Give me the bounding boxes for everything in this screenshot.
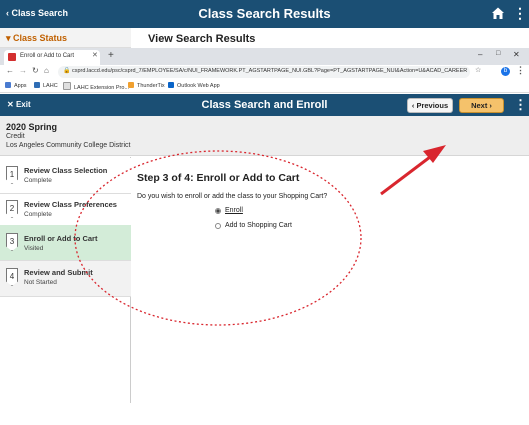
step-status: Visited [24,245,44,252]
home-icon[interactable] [491,6,505,20]
url-text[interactable]: csprd.laccd.edu/psc/csprd_7/EMPLOYEE/SA/… [72,68,467,74]
outlook-icon [168,82,174,88]
outer-page-title: Class Search Results [198,6,331,21]
bookmark-lahc[interactable]: LAHC [34,82,58,89]
step-heading: Step 3 of 4: Enroll or Add to Cart [137,172,300,184]
next-button[interactable]: Next › [459,98,504,113]
term-career: Credit [6,133,25,140]
bookmark-thundertix[interactable]: ThunderTix [128,82,165,89]
star-icon[interactable]: ☆ [475,66,481,74]
outer-menu-icon[interactable]: ⋮ [513,6,527,20]
favicon-icon [8,53,16,61]
lahc-icon [34,82,40,88]
step-title: Review Class Selection [24,166,108,175]
forward-arrow-icon[interactable]: → [19,66,27,75]
add-to-cart-option-label[interactable]: Add to Shopping Cart [225,222,292,229]
page-icon [63,82,71,90]
add-to-cart-radio[interactable] [215,223,221,229]
bookmark-apps[interactable]: Apps [5,82,27,89]
window-close-icon[interactable]: ✕ [513,50,520,59]
previous-button[interactable]: ‹ Previous [407,98,453,113]
lock-icon[interactable]: 🔒 [63,67,70,74]
class-status-toggle[interactable]: ▾ Class Status [6,33,67,44]
step-status: Complete [24,177,52,184]
step-enroll-or-add-to-cart[interactable] [0,225,131,261]
enroll-question: Do you wish to enroll or add the class t… [137,193,328,200]
step-title: Review Class Preferences [24,200,117,209]
step-review-class-selection[interactable] [0,158,131,194]
term-name: 2020 Spring [6,122,58,132]
maximize-icon[interactable]: □ [496,50,500,57]
term-panel [0,116,529,156]
thundertix-icon [128,82,134,88]
chevron-right-icon: › [487,101,492,110]
step-review-and-submit [0,261,131,297]
minimize-icon[interactable]: – [478,50,482,59]
term-institution: Los Angeles Community College District [6,142,131,149]
view-search-results-heading: View Search Results [148,33,256,45]
browser-home-icon[interactable]: ⌂ [44,66,49,75]
app-menu-icon[interactable]: ⋮ [514,97,527,113]
reload-icon[interactable]: ↻ [32,66,39,75]
browser-tab-title: Enroll or Add to Cart [20,53,75,59]
close-tab-icon[interactable]: ✕ [92,51,98,59]
caret-down-icon: ▾ [6,33,14,43]
profile-avatar[interactable]: b [501,67,510,76]
browser-menu-icon[interactable]: ⋮ [516,65,525,76]
step-status: Complete [24,211,52,218]
back-arrow-icon[interactable]: ← [6,66,14,75]
step-status: Not Started [24,279,57,286]
bookmark-outlook[interactable]: Outlook Web App [168,82,220,89]
apps-grid-icon [5,82,11,88]
enroll-option-label[interactable]: Enroll [225,207,243,214]
bookmark-lahc-extension[interactable]: LAHC Extension Pro... [63,82,129,91]
new-tab-button[interactable]: + [108,50,114,61]
step-title: Enroll or Add to Cart [24,234,98,243]
step-title: Review and Submit [24,268,93,277]
enroll-radio[interactable] [215,208,221,214]
